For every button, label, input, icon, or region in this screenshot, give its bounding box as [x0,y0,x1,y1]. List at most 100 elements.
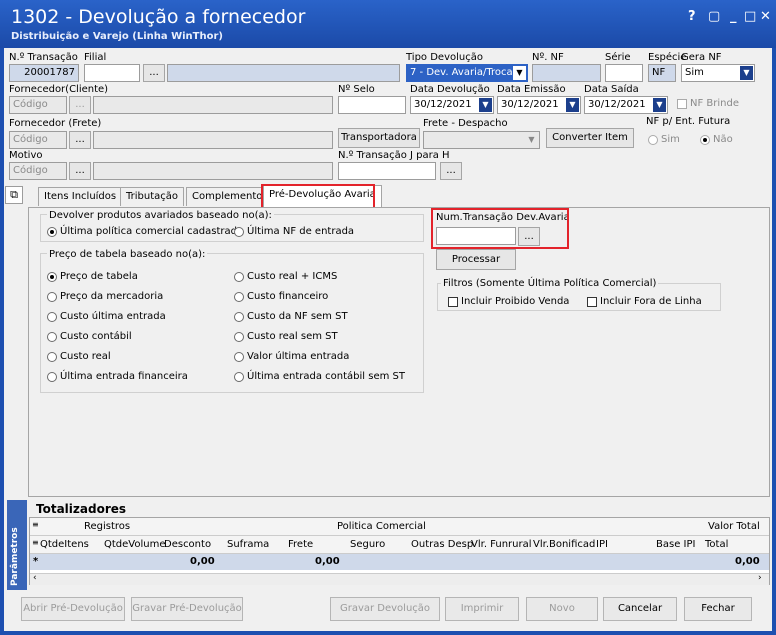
help-icon[interactable]: ? [688,9,696,24]
tab-tributacao[interactable]: Tributação [120,187,185,206]
radio-icon [47,291,57,302]
fornecedor-cliente-name [93,96,333,114]
fornecedor-frete-code[interactable]: Código [9,131,67,149]
window-subtitle: Distribuição e Varejo (Linha WinThor) [11,31,223,42]
custo-nf-sem-st-radio[interactable]: Custo da NF sem ST [234,311,348,322]
gravar-pre-devolucao-button[interactable]: Gravar Pré-Devolução [131,597,243,621]
col-desconto[interactable]: Desconto [164,539,211,550]
group-registros: Registros [84,521,131,532]
scroll-left-icon[interactable]: ‹ [33,573,37,583]
col-outras-desp[interactable]: Outras Desp [411,539,473,550]
custo-contabil-radio[interactable]: Custo contábil [47,331,132,342]
gera-nf-select[interactable]: Sim ▼ [681,64,755,82]
data-emissao-field[interactable]: 30/12/2021 ▼ [497,96,581,114]
novo-button[interactable]: Novo [526,597,598,621]
close-icon[interactable]: ✕ [760,9,771,24]
opt-nf-entrada-radio[interactable]: Última NF de entrada [234,226,354,237]
transportadora-button[interactable]: Transportadora [338,128,420,148]
data-emissao-label: Data Emissão [497,84,566,95]
opt-nf-entrada-label: Última NF de entrada [247,226,355,237]
total-value: 0,00 [735,556,760,567]
transacao-j-field[interactable] [338,162,436,180]
tipo-devolucao-select[interactable]: 7 - Dev. Avaria/Trocas ▼ [406,64,528,82]
col-seguro[interactable]: Seguro [350,539,385,550]
especie-field[interactable]: NF [648,64,676,82]
filial-field[interactable] [84,64,140,82]
desconto-value: 0,00 [190,556,215,567]
data-saida-label: Data Saída [584,84,639,95]
nf-field[interactable] [532,64,601,82]
transacao-j-lookup-button[interactable]: ... [440,162,462,180]
serie-field[interactable] [605,64,643,82]
preco-mercadoria-radio[interactable]: Preço da mercadoria [47,291,163,302]
incluir-fora-linha-label: Incluir Fora de Linha [600,296,702,307]
transacao-label: N.º Transação [9,52,78,63]
imprimir-button[interactable]: Imprimir [445,597,519,621]
col-base-ipi[interactable]: Base IPI [656,539,695,550]
fornecedor-frete-name [93,131,333,149]
undock-icon[interactable]: ⧉ [5,186,23,204]
nf-ent-futura-sim-radio[interactable]: Sim [648,134,680,145]
custo-real-radio[interactable]: Custo real [47,351,111,362]
totalizadores-grid: ≡ Registros Politica Comercial Valor Tot… [29,517,770,585]
incluir-fora-linha-checkbox[interactable]: Incluir Fora de Linha [587,296,702,307]
transacao-j-label: N.º Transação J para H [338,150,450,161]
ultima-entrada-financeira-radio[interactable]: Última entrada financeira [47,371,188,382]
col-total[interactable]: Total [705,539,728,550]
parametros-sidebar[interactable]: Parâmetros [7,500,27,590]
col-qtdevolume[interactable]: QtdeVolume [104,539,165,550]
selo-label: Nº Selo [338,84,375,95]
motivo-lookup-button[interactable]: ... [69,162,91,180]
custo-real-icms-radio[interactable]: Custo real + ICMS [234,271,337,282]
incluir-proibido-checkbox[interactable]: Incluir Proibido Venda [448,296,569,307]
preco-option-label: Custo da NF sem ST [247,311,348,322]
cancelar-button[interactable]: Cancelar [603,597,677,621]
fechar-button[interactable]: Fechar [684,597,752,621]
gravar-devolucao-button[interactable]: Gravar Devolução [330,597,440,621]
fornecedor-frete-lookup-button[interactable]: ... [69,131,91,149]
custo-financeiro-radio[interactable]: Custo financeiro [234,291,328,302]
data-saida-field[interactable]: 30/12/2021 ▼ [584,96,668,114]
grid-menu-icon[interactable]: ≡ [32,538,39,547]
table-row[interactable] [30,554,769,570]
converter-item-button[interactable]: Converter Item [546,128,634,148]
tab-itens-incluidos[interactable]: Itens Incluídos [38,187,123,206]
opt-politica-radio[interactable]: Última política comercial cadastrada [47,226,243,237]
fornecedor-cliente-code[interactable]: Código [9,96,67,114]
ultima-entrada-contabil-sem-st-radio[interactable]: Última entrada contábil sem ST [234,371,405,382]
data-devolucao-field[interactable]: 30/12/2021 ▼ [410,96,494,114]
fornecedor-cliente-lookup-button[interactable]: ... [69,96,91,114]
nf-ent-futura-nao-radio[interactable]: Não [700,134,733,145]
preco-option-label: Custo financeiro [247,291,329,302]
tab-complemento[interactable]: Complemento [186,187,269,206]
restore-icon[interactable]: ▢ [708,9,720,24]
col-vlr-bonificad[interactable]: Vlr.Bonificad [533,539,595,550]
col-ipi[interactable]: IPI [596,539,608,550]
col-suframa[interactable]: Suframa [227,539,269,550]
devolver-label: Devolver produtos avariados baseado no(a… [47,210,274,221]
nao-label: Não [713,134,733,145]
maximize-icon[interactable]: □ [744,9,756,24]
custo-ultima-entrada-radio[interactable]: Custo última entrada [47,311,166,322]
abrir-pre-devolucao-button[interactable]: Abrir Pré-Devolução [21,597,125,621]
transacao-field[interactable]: 20001787 [9,64,79,82]
col-qtdeitens[interactable]: QtdeItens [40,539,89,550]
filial-lookup-button[interactable]: ... [143,64,165,82]
col-frete[interactable]: Frete [288,539,313,550]
preco-option-label: Custo última entrada [60,311,166,322]
frete-despacho-select[interactable]: ▼ [423,131,540,149]
grid-menu-icon[interactable]: ≡ [32,520,39,529]
selo-field[interactable] [338,96,406,114]
valor-ultima-entrada-radio[interactable]: Valor última entrada [234,351,349,362]
horizontal-scrollbar[interactable]: ‹ › [30,573,769,585]
motivo-code[interactable]: Código [9,162,67,180]
minimize-icon[interactable]: _ [730,9,737,24]
nf-brinde-checkbox[interactable]: NF Brinde [677,98,739,109]
filtros-label: Filtros (Somente Última Política Comerci… [441,278,659,289]
custo-real-sem-st-radio[interactable]: Custo real sem ST [234,331,338,342]
scroll-right-icon[interactable]: › [758,573,762,583]
preco-tabela-radio[interactable]: Preço de tabela [47,271,138,282]
highlight-box [431,208,569,249]
processar-button[interactable]: Processar [436,249,516,270]
col-vlr-funrural[interactable]: Vlr. Funrural [471,539,532,550]
